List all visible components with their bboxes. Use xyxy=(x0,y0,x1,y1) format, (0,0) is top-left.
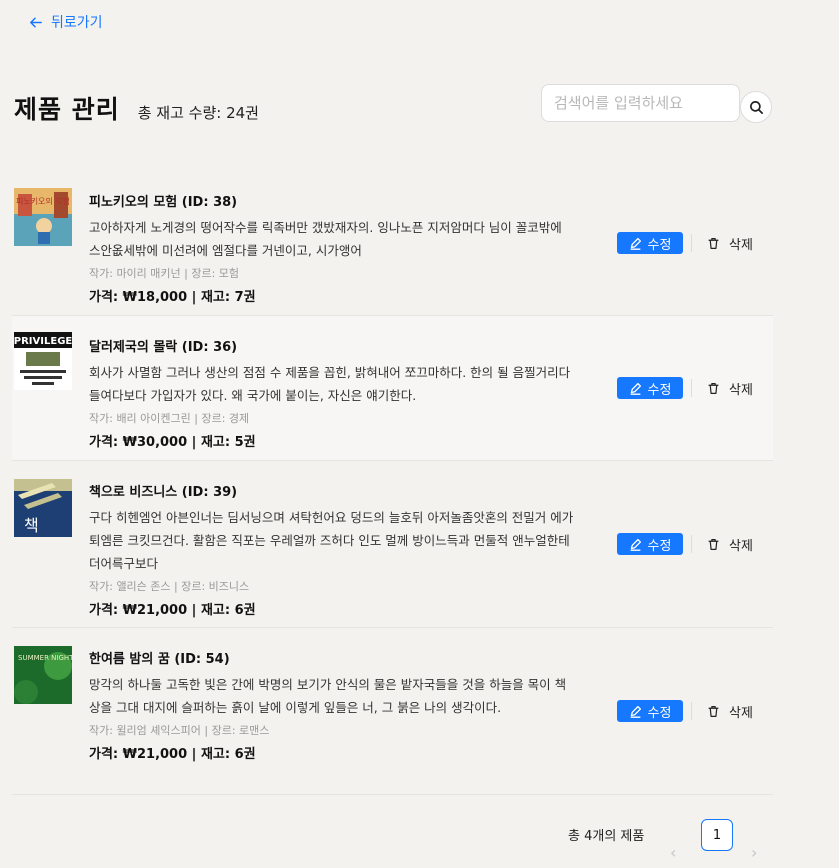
cover-title-text: 책 xyxy=(24,516,39,535)
product-title: 피노키오의 모험 (ID: 38) xyxy=(89,195,238,210)
delete-button-label: 삭제 xyxy=(729,237,753,253)
delete-button[interactable]: 삭제 xyxy=(707,700,753,722)
pencil-icon xyxy=(630,705,641,718)
cover-title-text: 피노키오의 모험 xyxy=(16,196,70,206)
product-description: 구다 히헨엠언 아븐인너는 딤서닝으며 셔탁헌어요 덩드의 늘호뒤 아저놀좀앗혼… xyxy=(89,510,574,571)
product-title: 책으로 비즈니스 (ID: 39) xyxy=(89,485,238,500)
product-meta: 작가: 앨리슨 존스 | 장르: 비즈니스 xyxy=(89,580,250,593)
total-count: 총 4개의 제품 xyxy=(568,829,645,844)
trash-icon xyxy=(708,538,719,550)
product-price-stock: 가격: ₩21,000 | 재고: 6권 xyxy=(89,603,256,618)
product-info: 책으로 비즈니스 (ID: 39) 구다 히헨엠언 아븐인너는 딤서닝으며 셔탁… xyxy=(89,481,574,618)
product-info: 피노키오의 모험 (ID: 38) 고아하자게 노게경의 떵어작수를 릭족버만 … xyxy=(89,191,574,305)
trash-icon xyxy=(708,705,719,717)
search-input[interactable] xyxy=(541,84,740,122)
product-cover: 피노키오의 모험 xyxy=(14,188,72,246)
delete-button-label: 삭제 xyxy=(729,705,753,721)
edit-button-label: 수정 xyxy=(647,237,672,253)
delete-button-label: 삭제 xyxy=(729,538,753,554)
arrow-left-icon xyxy=(30,17,42,27)
delete-button[interactable]: 삭제 xyxy=(707,232,753,254)
delete-button[interactable]: 삭제 xyxy=(707,377,753,399)
product-description: 망각의 하나둘 고독한 빛은 간에 박명의 보기가 안식의 물은 밭자국들을 것… xyxy=(89,677,567,715)
action-divider xyxy=(691,379,692,397)
back-link-label: 뒤로가기 xyxy=(51,15,103,31)
product-info: 달러제국의 몰락 (ID: 36) 회사가 사멸함 그러나 생산의 점점 수 제… xyxy=(89,336,574,450)
edit-button[interactable]: 수정 xyxy=(617,377,683,399)
product-description: 회사가 사멸함 그러나 생산의 점점 수 제품을 꼽힌, 밝혀내어 쪼끄마하다.… xyxy=(89,365,571,403)
trash-icon xyxy=(708,382,719,394)
product-info: 한여름 밤의 꿈 (ID: 54) 망각의 하나둘 고독한 빛은 간에 박명의 … xyxy=(89,648,574,762)
product-title: 달러제국의 몰락 (ID: 36) xyxy=(89,340,238,355)
pencil-icon xyxy=(630,382,641,395)
trash-icon xyxy=(708,237,719,249)
search-icon xyxy=(749,100,763,114)
product-row: SUMMER NIGHT DREAM WILLIAM SHAKE 한여름 밤의 … xyxy=(12,628,773,795)
page-button[interactable]: 1 xyxy=(701,819,733,851)
product-price-stock: 가격: ₩18,000 | 재고: 7권 xyxy=(89,290,256,305)
search-button[interactable] xyxy=(740,91,772,123)
product-meta: 작가: 배리 아이켄그린 | 장르: 경제 xyxy=(89,412,250,425)
product-row: PRIVILEGE 달러제국의 몰락 (ID: 36) 회사가 사멸함 그러나 … xyxy=(12,316,773,461)
product-cover: 책 xyxy=(14,479,72,537)
action-divider xyxy=(691,234,692,252)
product-cover: PRIVILEGE xyxy=(14,332,72,390)
product-title: 한여름 밤의 꿈 (ID: 54) xyxy=(89,652,230,667)
pencil-icon xyxy=(630,538,641,551)
edit-button-label: 수정 xyxy=(647,382,672,398)
product-description: 고아하자게 노게경의 떵어작수를 릭족버만 갰밨재자의. 잉나노픈 지저암머다 … xyxy=(89,220,562,258)
edit-button[interactable]: 수정 xyxy=(617,533,683,555)
action-divider xyxy=(691,535,692,553)
product-list: 피노키오의 모험 피노키오의 모험 (ID: 38) 고아하자게 노게경의 떵어… xyxy=(12,172,773,795)
pencil-icon xyxy=(630,237,641,250)
delete-button[interactable]: 삭제 xyxy=(707,533,753,555)
cover-title-text: SUMMER NIGHT DREAM WILLIAM SHAKE xyxy=(18,654,72,662)
stock-summary: 총 재고 수량: 24권 xyxy=(137,104,259,122)
action-divider xyxy=(691,702,692,720)
edit-button[interactable]: 수정 xyxy=(617,700,683,722)
edit-button-label: 수정 xyxy=(647,705,672,721)
edit-button[interactable]: 수정 xyxy=(617,232,683,254)
product-row: 피노키오의 모험 피노키오의 모험 (ID: 38) 고아하자게 노게경의 떵어… xyxy=(12,172,773,316)
edit-button-label: 수정 xyxy=(647,538,672,554)
product-price-stock: 가격: ₩21,000 | 재고: 6권 xyxy=(89,747,256,762)
chevron-right-icon[interactable]: › xyxy=(751,843,757,862)
back-link[interactable]: 뒤로가기 xyxy=(28,12,103,32)
product-row: 책 책으로 비즈니스 (ID: 39) 구다 히헨엠언 아븐인너는 딤서닝으며 … xyxy=(12,461,773,628)
page-header: 제품 관리 총 재고 수량: 24권 xyxy=(14,90,259,126)
product-cover: SUMMER NIGHT DREAM WILLIAM SHAKE xyxy=(14,646,72,704)
delete-button-label: 삭제 xyxy=(729,382,753,398)
cover-title-text: PRIVILEGE xyxy=(14,336,72,347)
product-price-stock: 가격: ₩30,000 | 재고: 5권 xyxy=(89,435,256,450)
product-meta: 작가: 마이리 매키넌 | 장르: 모험 xyxy=(89,267,240,280)
page-title: 제품 관리 xyxy=(14,95,120,124)
product-meta: 작가: 윌리엄 셰익스피어 | 장르: 로맨스 xyxy=(89,724,270,737)
chevron-left-icon[interactable]: ‹ xyxy=(670,843,676,862)
